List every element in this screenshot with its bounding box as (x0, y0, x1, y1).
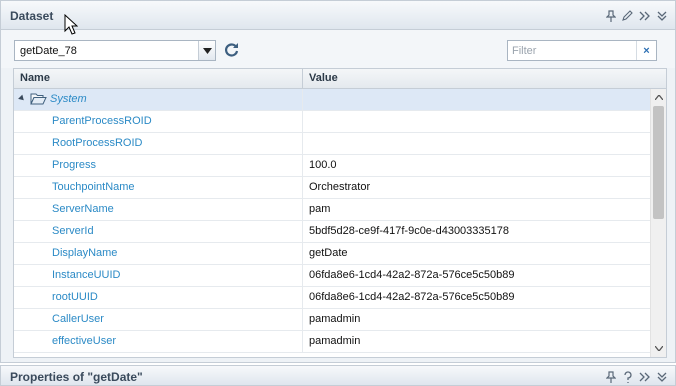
clear-filter-button[interactable]: × (636, 41, 656, 60)
dataset-selector[interactable]: getDate_78 (14, 40, 216, 61)
table-row[interactable]: ServerId 5bdf5d28-ce9f-417f-9c0e-d430033… (14, 221, 650, 243)
row-name: effectiveUser (52, 335, 116, 347)
row-value: 100.0 (309, 159, 337, 171)
row-name: CallerUser (52, 313, 104, 325)
row-name: rootUUID (52, 291, 98, 303)
cell-divider (302, 111, 303, 132)
scrollbar-thumb[interactable] (653, 106, 664, 219)
cell-divider (302, 309, 303, 330)
dataset-toolbar: getDate_78 × (1, 30, 675, 68)
properties-panel-tools (605, 370, 667, 383)
cell-divider (302, 155, 303, 176)
dataset-panel: Dataset getDate_78 Filter × Name Value S… (0, 0, 676, 363)
chevron-down-icon[interactable] (198, 41, 215, 60)
scroll-down-icon[interactable] (651, 341, 666, 356)
expand-icon[interactable] (639, 9, 650, 22)
row-value: Orchestrator (309, 181, 371, 193)
vertical-scrollbar[interactable] (650, 89, 666, 357)
dataset-grid: Name Value System ParentProcessROID Root… (13, 68, 667, 358)
filter-field: × (507, 40, 657, 61)
cell-divider (302, 199, 303, 220)
filter-input[interactable] (508, 41, 636, 60)
table-row[interactable]: CallerUser pamadmin (14, 309, 650, 331)
group-label: System (50, 93, 87, 105)
help-icon[interactable] (622, 370, 633, 383)
table-row[interactable]: Progress 100.0 (14, 155, 650, 177)
row-name: Progress (52, 159, 97, 171)
cell-divider (302, 265, 303, 286)
table-row[interactable]: ServerName pam (14, 199, 650, 221)
pin-icon[interactable] (605, 9, 616, 22)
row-value: pam (309, 203, 331, 215)
folder-open-icon (30, 92, 47, 106)
cell-divider (302, 243, 303, 264)
panel-title: Dataset (10, 9, 54, 23)
edit-icon[interactable] (622, 9, 633, 22)
collapse-arrow-icon[interactable] (18, 94, 26, 103)
row-name: DisplayName (52, 247, 118, 259)
row-name: TouchpointName (52, 181, 135, 193)
table-row[interactable]: ParentProcessROID (14, 111, 650, 133)
row-name: InstanceUUID (52, 269, 121, 281)
row-value: getDate (309, 247, 348, 259)
collapse-icon[interactable] (656, 9, 667, 22)
row-name: ServerName (52, 203, 114, 215)
group-row-system[interactable]: System (14, 89, 650, 111)
table-row[interactable]: RootProcessROID (14, 133, 650, 155)
collapse-icon[interactable] (656, 370, 667, 383)
column-header-value[interactable]: Value (309, 72, 338, 84)
mouse-cursor-icon (64, 13, 79, 36)
cell-divider (302, 331, 303, 352)
table-row[interactable]: DisplayName getDate (14, 243, 650, 265)
row-value: 06fda8e6-1cd4-42a2-872a-576ce5c50b89 (309, 291, 515, 303)
row-value: 5bdf5d28-ce9f-417f-9c0e-d43003335178 (309, 225, 509, 237)
row-value: pamadmin (309, 335, 361, 347)
pin-icon[interactable] (605, 370, 616, 383)
refresh-icon[interactable] (223, 41, 240, 58)
grid-header: Name Value (14, 69, 666, 89)
table-row[interactable]: InstanceUUID 06fda8e6-1cd4-42a2-872a-576… (14, 265, 650, 287)
column-header-name[interactable]: Name (20, 72, 50, 84)
row-name: ParentProcessROID (52, 115, 152, 127)
scroll-up-icon[interactable] (651, 90, 666, 105)
cell-divider (302, 221, 303, 242)
cell-divider (302, 133, 303, 154)
dataset-panel-header: Dataset (1, 1, 675, 30)
expand-icon[interactable] (639, 370, 650, 383)
cell-divider (302, 177, 303, 198)
column-divider[interactable] (302, 69, 303, 88)
properties-panel-title: Properties of "getDate" (10, 370, 143, 384)
row-value: 06fda8e6-1cd4-42a2-872a-576ce5c50b89 (309, 269, 515, 281)
cell-divider (302, 287, 303, 308)
table-row[interactable]: rootUUID 06fda8e6-1cd4-42a2-872a-576ce5c… (14, 287, 650, 309)
row-name: ServerId (52, 225, 94, 237)
panel-header-tools (605, 9, 667, 22)
cell-divider (302, 89, 303, 110)
row-value: pamadmin (309, 313, 361, 325)
properties-panel-header: Properties of "getDate" (0, 365, 676, 386)
table-row[interactable]: TouchpointName Orchestrator (14, 177, 650, 199)
grid-rows: System ParentProcessROID RootProcessROID… (14, 89, 650, 353)
row-name: RootProcessROID (52, 137, 143, 149)
table-row[interactable]: effectiveUser pamadmin (14, 331, 650, 353)
dataset-selector-value: getDate_78 (20, 45, 77, 57)
